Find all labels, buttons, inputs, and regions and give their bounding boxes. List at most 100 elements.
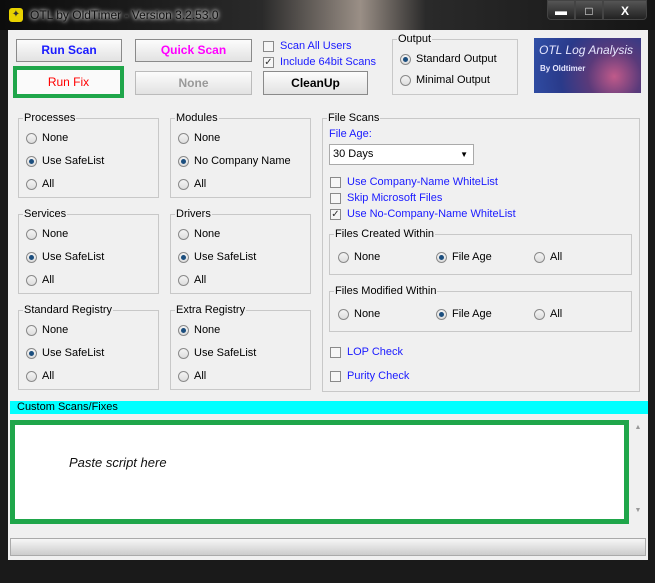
modules-option-radio[interactable]: No Company Name	[178, 155, 291, 167]
processes-option-radio[interactable]: Use SafeList	[26, 155, 104, 167]
textarea-placeholder: Paste script here	[69, 455, 167, 470]
created-all-radio[interactable]: All	[534, 251, 562, 263]
standard-registry-group: Standard Registry None Use SafeList All	[18, 304, 159, 390]
radio-button[interactable]	[26, 274, 37, 286]
modified-none-radio[interactable]: None	[338, 308, 380, 320]
none-button[interactable]: None	[135, 71, 252, 95]
run-scan-button[interactable]: Run Scan	[16, 39, 122, 62]
radio-label: Use SafeList	[42, 347, 105, 359]
group-label: Drivers	[175, 208, 212, 220]
purity-check-checkbox[interactable]: Purity Check	[330, 370, 409, 382]
modules-option-radio[interactable]: None	[178, 132, 220, 144]
services-option-radio[interactable]: Use SafeList	[26, 251, 104, 263]
no-company-whitelist-checkbox[interactable]: ✓ Use No-Company-Name WhiteList	[330, 208, 516, 220]
processes-option-radio[interactable]: None	[26, 132, 68, 144]
radio-button[interactable]	[178, 370, 189, 382]
app-icon[interactable]: ✦	[9, 8, 23, 22]
scan-all-users-checkbox[interactable]: Scan All Users	[263, 40, 352, 52]
radio-label: All	[194, 274, 207, 286]
window-title: OTL by OldTimer - Version 3.2.53.0	[30, 8, 219, 22]
radio-button[interactable]	[178, 155, 189, 167]
group-label: Extra Registry	[175, 304, 247, 316]
file-age-label: File Age:	[329, 128, 372, 140]
radio-label: No Company Name	[194, 155, 291, 167]
vertical-scrollbar[interactable]: ▲ ▼	[630, 420, 646, 524]
run-fix-button[interactable]: Run Fix	[17, 70, 120, 94]
standard-registry-option-radio[interactable]: None	[26, 324, 68, 336]
radio-button[interactable]	[178, 324, 189, 336]
extra-registry-option-radio[interactable]: Use SafeList	[178, 347, 256, 359]
cleanup-button[interactable]: CleanUp	[263, 71, 368, 95]
radio-label: None	[354, 251, 381, 263]
radio-button[interactable]	[26, 132, 37, 144]
radio-label: None	[42, 324, 69, 336]
minimize-button[interactable]: ▬	[547, 0, 575, 20]
skip-microsoft-checkbox[interactable]: Skip Microsoft Files	[330, 192, 442, 204]
group-label: File Scans	[327, 112, 381, 124]
modules-group: Modules None No Company Name All	[170, 112, 311, 198]
extra-registry-option-radio[interactable]: All	[178, 370, 206, 382]
file-age-select[interactable]: 30 Days ▼	[329, 144, 474, 165]
created-none-radio[interactable]: None	[338, 251, 380, 263]
radio-button[interactable]	[26, 370, 37, 382]
quick-scan-button[interactable]: Quick Scan	[135, 39, 252, 62]
radio-button[interactable]	[178, 251, 189, 263]
status-bar	[10, 538, 646, 556]
radio-button[interactable]	[178, 274, 189, 286]
checkbox-box[interactable]	[330, 176, 341, 188]
checkbox-box[interactable]: ✓	[330, 208, 341, 220]
modified-all-radio[interactable]: All	[534, 308, 562, 320]
standard-registry-option-radio[interactable]: All	[26, 370, 54, 382]
radio-label: All	[194, 370, 207, 382]
services-option-radio[interactable]: None	[26, 228, 68, 240]
include-64bit-checkbox[interactable]: ✓ Include 64bit Scans	[263, 56, 376, 68]
radio-button[interactable]	[178, 178, 189, 190]
drivers-option-radio[interactable]: All	[178, 274, 206, 286]
radio-button[interactable]	[26, 251, 37, 263]
drivers-option-radio[interactable]: None	[178, 228, 220, 240]
radio-label: Use SafeList	[42, 155, 105, 167]
radio-button[interactable]	[26, 228, 37, 240]
radio-button[interactable]	[26, 155, 37, 167]
radio-button[interactable]	[178, 132, 189, 144]
lop-check-checkbox[interactable]: LOP Check	[330, 346, 403, 358]
created-file-age-radio[interactable]: File Age	[436, 251, 492, 263]
close-button[interactable]: X	[603, 0, 647, 20]
group-label: Output	[397, 33, 433, 45]
radio-label: All	[42, 178, 55, 190]
checkbox-box[interactable]	[263, 40, 274, 52]
group-label: Modules	[175, 112, 219, 124]
custom-scans-label: Custom Scans/Fixes	[17, 401, 118, 413]
radio-button[interactable]	[178, 347, 189, 359]
modules-option-radio[interactable]: All	[178, 178, 206, 190]
services-group: Services None Use SafeList All	[18, 208, 159, 294]
checkbox-box[interactable]	[330, 346, 341, 358]
checkbox-box[interactable]	[330, 192, 341, 204]
standard-registry-option-radio[interactable]: Use SafeList	[26, 347, 104, 359]
minimal-output-radio[interactable]: Minimal Output	[400, 74, 490, 86]
maximize-button[interactable]: □	[575, 0, 603, 20]
radio-button[interactable]	[26, 178, 37, 190]
extra-registry-group: Extra Registry None Use SafeList All	[170, 304, 311, 390]
company-whitelist-checkbox[interactable]: Use Company-Name WhiteList	[330, 176, 498, 188]
title-bar[interactable]: ✦ OTL by OldTimer - Version 3.2.53.0 ▬ □…	[0, 0, 655, 30]
extra-registry-option-radio[interactable]: None	[178, 324, 220, 336]
radio-label: Use SafeList	[194, 251, 257, 263]
radio-button[interactable]	[26, 347, 37, 359]
standard-output-radio[interactable]: Standard Output	[400, 53, 497, 65]
radio-button[interactable]	[178, 228, 189, 240]
radio-label: All	[194, 178, 207, 190]
services-option-radio[interactable]: All	[26, 274, 54, 286]
custom-script-textarea[interactable]: Paste script here	[10, 420, 629, 524]
radio-label: Standard Output	[416, 53, 497, 65]
group-label: Files Modified Within	[334, 285, 438, 297]
drivers-option-radio[interactable]: Use SafeList	[178, 251, 256, 263]
radio-label: All	[42, 370, 55, 382]
checkbox-box[interactable]	[330, 370, 341, 382]
processes-option-radio[interactable]: All	[26, 178, 54, 190]
checkbox-box[interactable]: ✓	[263, 56, 274, 68]
output-group: Output Standard Output Minimal Output	[392, 33, 518, 95]
radio-button[interactable]	[26, 324, 37, 336]
radio-label: None	[194, 324, 221, 336]
modified-file-age-radio[interactable]: File Age	[436, 308, 492, 320]
